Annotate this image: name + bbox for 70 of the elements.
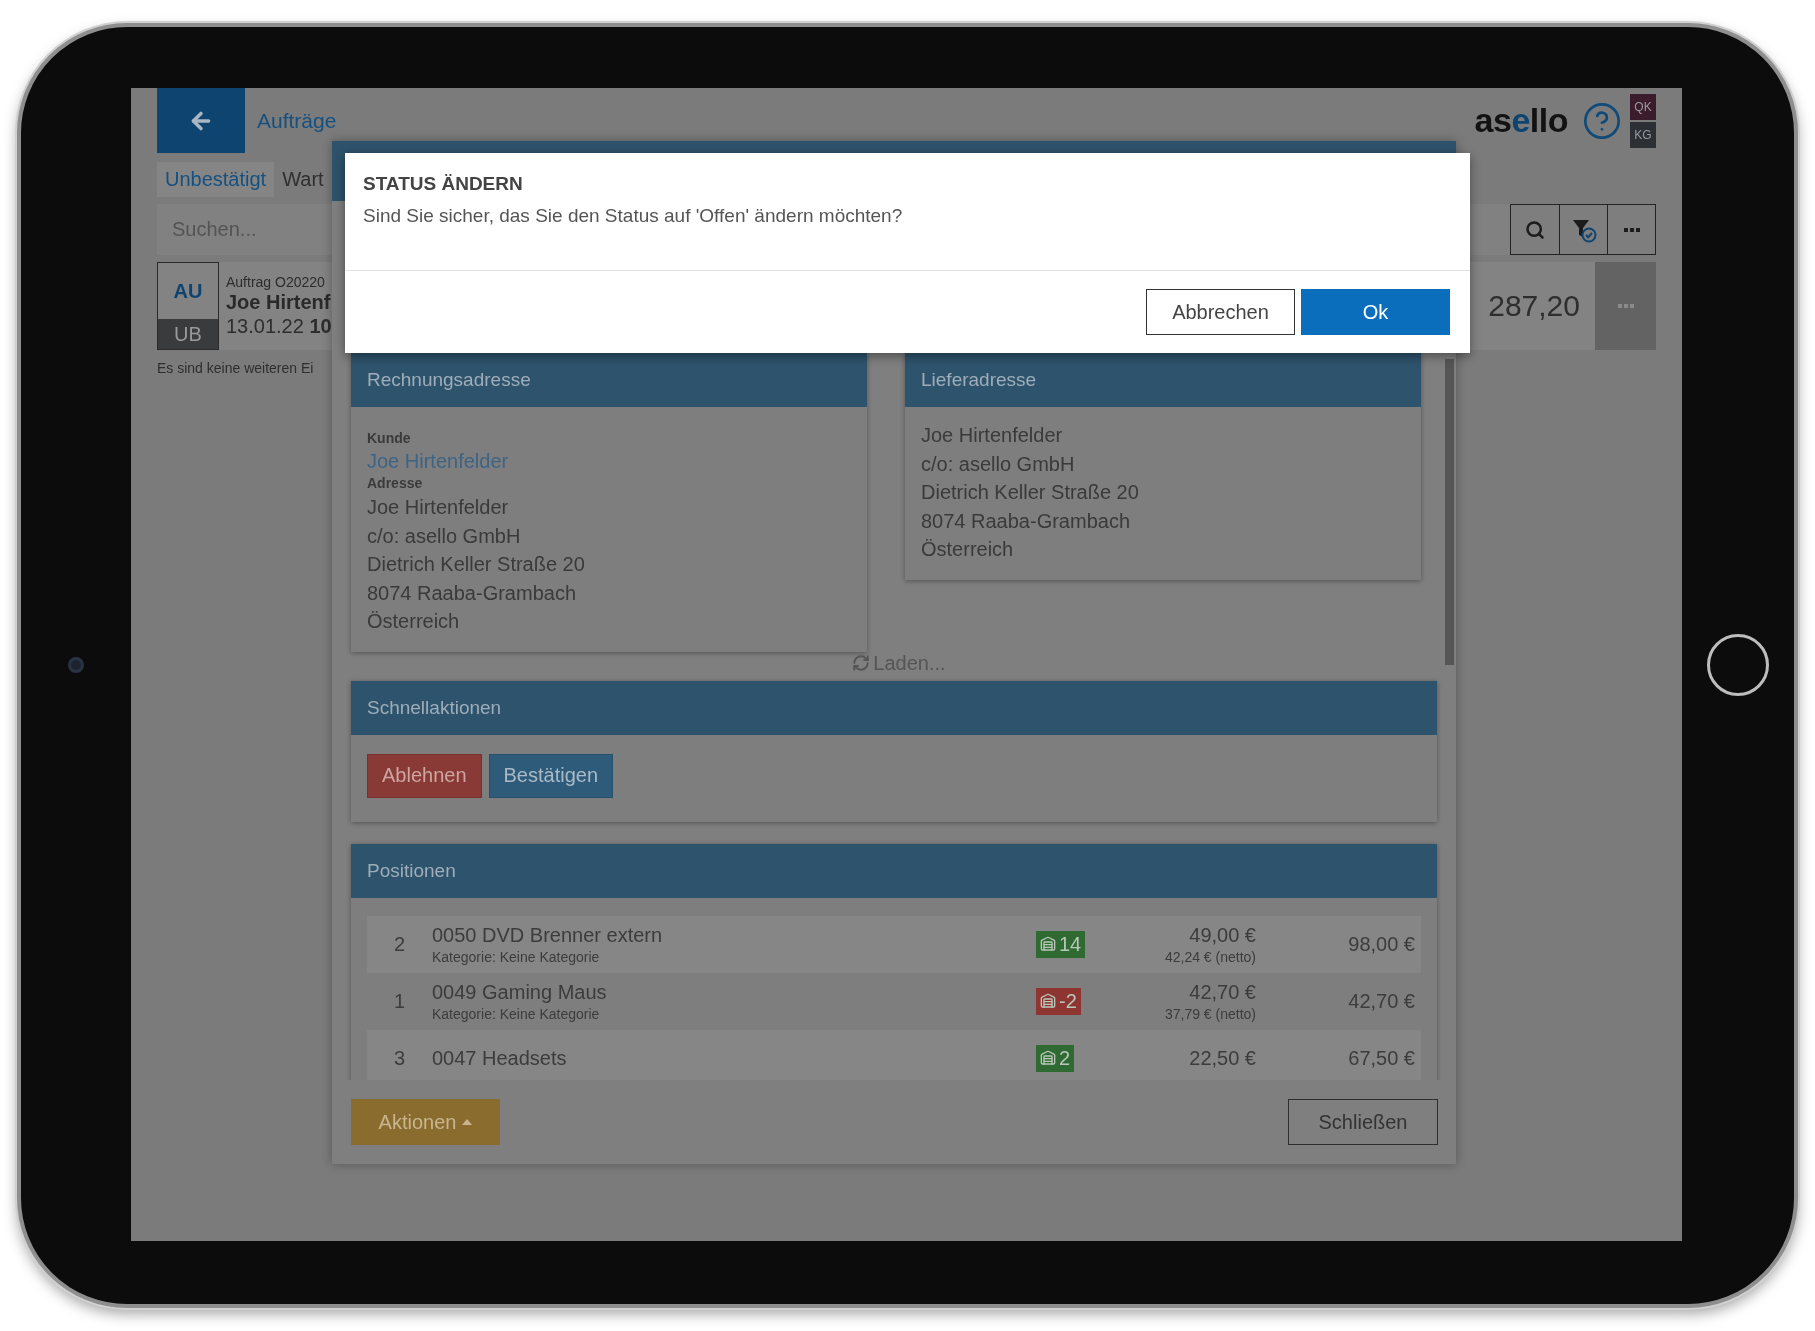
stock-badge: 14 (1036, 930, 1086, 958)
field-label: Kunde (367, 429, 412, 448)
position-total: 42,70 € (1347, 989, 1416, 1013)
stock-badge: -2 (1036, 987, 1081, 1015)
quick-action-button[interactable]: Ablehnen (367, 753, 482, 798)
address-line: 8074 Raaba-Grambach (921, 508, 1131, 534)
position-category: Kategorie: Keine Kategorie (432, 948, 601, 965)
address-line: Österreich (921, 537, 1015, 562)
position-quantity: 3 (392, 1046, 407, 1070)
address-line: Dietrich Keller Straße 20 (367, 552, 586, 577)
position-name: 0050 DVD Brenner extern (432, 923, 664, 947)
dialog-button[interactable]: Abbrechen (1146, 289, 1295, 335)
position-category: Kategorie: Keine Kategorie (432, 1005, 601, 1022)
section-header: Lieferadresse (905, 353, 1421, 407)
address-line: c/o: asello GmbH (921, 451, 1076, 477)
position-quantity: 2 (392, 932, 407, 956)
warehouse-icon (1040, 993, 1056, 1009)
order-type-code: AU (172, 278, 204, 304)
section-header: Schnellaktionen (351, 680, 1437, 735)
status-tab[interactable]: Wart (274, 162, 332, 197)
position-quantity: 1 (392, 989, 407, 1013)
address-line: Joe Hirtenfelder (367, 495, 510, 520)
section-header: Positionen (351, 843, 1437, 898)
position-price: 49,00 € (1189, 923, 1256, 947)
address-line: Österreich (367, 609, 461, 634)
search-icon (1525, 219, 1545, 240)
order-customer: Joe Hirtenf (226, 291, 332, 314)
position-total: 67,50 € (1347, 1046, 1416, 1070)
dialog-message: Sind Sie sicher, das Sie den Status auf 'Offen' ändern möchten? (363, 205, 904, 227)
address-line: c/o: asello GmbH (367, 523, 522, 549)
dialog-title: STATUS ÄNDERN (363, 173, 524, 195)
order-total: 287,20 (1488, 289, 1580, 323)
position-row[interactable]: 3 0047 Headsets 2 22,50 € 67,50 € (367, 1029, 1421, 1080)
more-icon (1617, 304, 1634, 308)
position-net-price: 37,79 € (netto) (1164, 1005, 1256, 1022)
warehouse-icon (1040, 1050, 1056, 1066)
order-number: Auftrag O20220 (226, 274, 326, 290)
address-line: 8074 Raaba-Grambach (367, 580, 577, 606)
address-line: Joe Hirtenfelder (921, 423, 1064, 448)
position-total: 98,00 € (1347, 932, 1416, 956)
loading-spinner-icon (852, 654, 871, 672)
section-header: Rechnungsadresse (351, 353, 867, 407)
scrollbar-thumb[interactable] (1445, 359, 1454, 665)
field-label: Adresse (367, 474, 424, 493)
quick-action-button[interactable]: Bestätigen (488, 753, 614, 798)
close-button[interactable]: Schließen (1288, 1099, 1438, 1145)
stock-badge: 2 (1036, 1044, 1075, 1072)
actions-menu-button[interactable]: Aktionen (351, 1099, 500, 1145)
status-tab[interactable]: Unbestätigt (157, 162, 275, 197)
position-net-price: 42,24 € (netto) (1164, 948, 1256, 965)
position-name: 0049 Gaming Maus (432, 980, 608, 1004)
position-name: 0047 Headsets (432, 1046, 568, 1070)
back-button[interactable] (157, 88, 245, 153)
dialog-button[interactable]: Ok (1301, 289, 1450, 335)
order-status-code: UB (158, 319, 218, 349)
caret-icon (462, 1119, 473, 1125)
list-end-note: Es sind keine weiteren Ei (157, 360, 315, 376)
position-row[interactable]: 1 0049 Gaming Maus Kategorie: Keine Kategorie -2 42,70 € 37,79 € (netto) 42,70 € (367, 972, 1421, 1030)
user-badge[interactable]: KG (1630, 121, 1656, 148)
page-title: Aufträge (257, 108, 337, 133)
logo: asello (1474, 101, 1568, 140)
user-badge[interactable]: QK (1630, 93, 1656, 120)
position-price: 22,50 € (1189, 1046, 1256, 1070)
camera-lens (68, 656, 84, 673)
order-date: 13.01.22 10 (226, 315, 332, 338)
more-icon (1623, 227, 1640, 232)
position-price: 42,70 € (1189, 980, 1256, 1004)
address-line: Dietrich Keller Straße 20 (921, 480, 1140, 505)
position-row[interactable]: 2 0050 DVD Brenner extern Kategorie: Keine Kategorie 14 49,00 € 42,24 € (netto) 98,00 € (367, 915, 1421, 973)
warehouse-icon (1040, 936, 1056, 952)
